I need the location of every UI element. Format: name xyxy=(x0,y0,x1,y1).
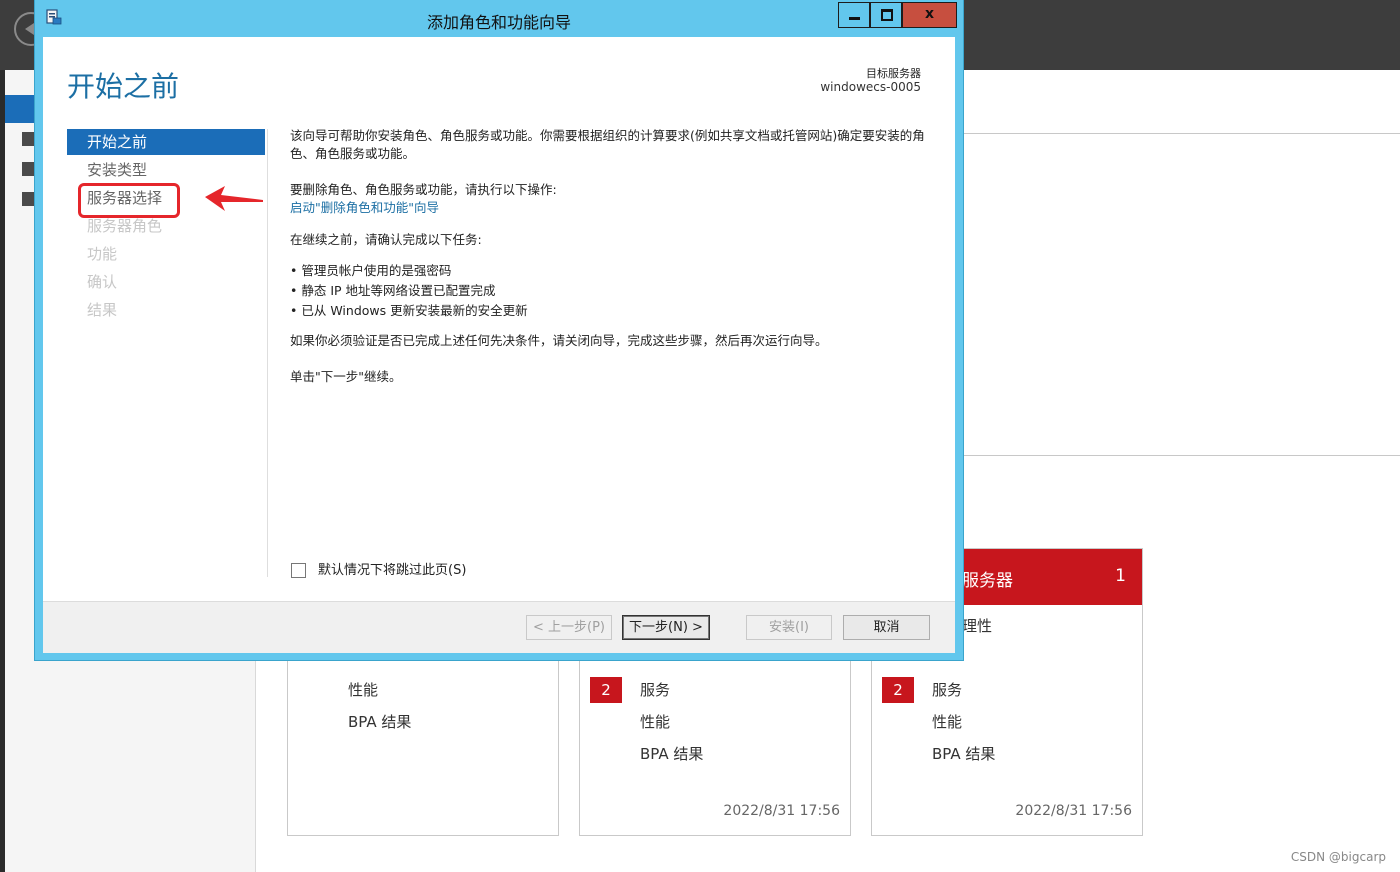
close-button[interactable]: x xyxy=(902,2,957,28)
tile-header-count: 1 xyxy=(1115,566,1126,586)
bullet-item: • 管理员帐户使用的是强密码 xyxy=(290,263,452,278)
wizard-content: 该向导可帮助你安装角色、角色服务或功能。你需要根据组织的计算要求(例如共享文档或… xyxy=(290,127,940,386)
dialog-title: 添加角色和功能向导 xyxy=(426,13,571,32)
skip-page-row[interactable]: 默认情况下将跳过此页(S) xyxy=(291,559,466,578)
tile-row[interactable]: 服务 xyxy=(932,679,962,700)
target-server-label: 目标服务器 xyxy=(866,67,921,80)
tile-header-title: 服务器 xyxy=(962,571,1013,591)
install-button: 安装(I) xyxy=(746,615,832,640)
annotation-arrow-icon xyxy=(205,186,263,211)
previous-button: < 上一步(P) xyxy=(526,615,612,640)
nav-item-features: 功能 xyxy=(87,245,118,263)
tile-timestamp: 2022/8/31 17:56 xyxy=(723,803,840,819)
skip-page-label: 默认情况下将跳过此页(S) xyxy=(318,563,467,578)
tile-row[interactable]: BPA 结果 xyxy=(932,743,995,764)
annotation-highlight-box xyxy=(78,183,180,218)
confirm-heading: 在继续之前，请确认完成以下任务: xyxy=(290,232,482,247)
nav-item-installation-type[interactable]: 安装类型 xyxy=(67,157,265,183)
minimize-button[interactable] xyxy=(838,2,870,28)
tile-timestamp: 2022/8/31 17:56 xyxy=(1015,803,1132,819)
file-services-icon[interactable] xyxy=(22,192,34,206)
local-server-icon[interactable] xyxy=(22,132,34,146)
status-badge: 2 xyxy=(882,677,914,703)
dialog-titlebar[interactable]: 添加角色和功能向导 x xyxy=(35,0,963,36)
prereq-note: 如果你必须验证是否已完成上述任何先决条件，请关闭向导，完成这些步骤，然后再次运行… xyxy=(290,333,828,348)
close-icon: x xyxy=(924,6,935,22)
remove-heading: 要删除角色、角色服务或功能，请执行以下操作: xyxy=(290,182,557,197)
add-roles-wizard-dialog: 添加角色和功能向导 x 开始之前 目标服务器 windowecs-0005 开始… xyxy=(35,0,963,660)
nav-item-before-you-begin[interactable]: 开始之前 xyxy=(67,129,265,155)
page-title: 开始之前 xyxy=(67,70,180,103)
tile-row[interactable]: 服务 xyxy=(640,679,670,700)
status-badge: 2 xyxy=(590,677,622,703)
nav-divider xyxy=(267,129,268,577)
dialog-client-area: 开始之前 目标服务器 windowecs-0005 开始之前 安装类型 服务器选… xyxy=(43,37,955,653)
wizard-footer: < 上一步(P) 下一步(N) > 安装(I) 取消 xyxy=(43,601,955,653)
target-server-value: windowecs-0005 xyxy=(820,80,921,94)
remove-roles-link[interactable]: 启动"删除角色和功能"向导 xyxy=(290,199,940,217)
next-button[interactable]: 下一步(N) > xyxy=(622,615,710,640)
tile-row[interactable]: 性能 xyxy=(348,679,378,700)
sidebar-item-dashboard[interactable] xyxy=(5,95,35,123)
all-servers-icon[interactable] xyxy=(22,162,34,176)
watermark: CSDN @bigcarp xyxy=(1290,850,1386,864)
cancel-button[interactable]: 取消 xyxy=(843,615,930,640)
section-divider xyxy=(960,455,1400,456)
tile-row[interactable]: BPA 结果 xyxy=(640,743,703,764)
maximize-button[interactable] xyxy=(870,2,902,28)
intro-text: 该向导可帮助你安装角色、角色服务或功能。你需要根据组织的计算要求(例如共享文档或… xyxy=(290,128,925,161)
bullet-item: • 已从 Windows 更新安装最新的安全更新 xyxy=(290,303,528,318)
next-hint: 单击"下一步"继续。 xyxy=(290,369,402,384)
nav-item-confirmation: 确认 xyxy=(87,273,118,291)
section-divider xyxy=(960,133,1400,134)
tile-row[interactable]: 性能 xyxy=(640,711,670,732)
tile-row[interactable]: BPA 结果 xyxy=(348,711,411,732)
tile-row[interactable]: 理性 xyxy=(962,615,992,636)
skip-page-checkbox[interactable] xyxy=(291,563,306,578)
tile-row[interactable]: 性能 xyxy=(932,711,962,732)
bullet-item: • 静态 IP 地址等网络设置已配置完成 xyxy=(290,283,496,298)
nav-item-results: 结果 xyxy=(87,301,118,319)
